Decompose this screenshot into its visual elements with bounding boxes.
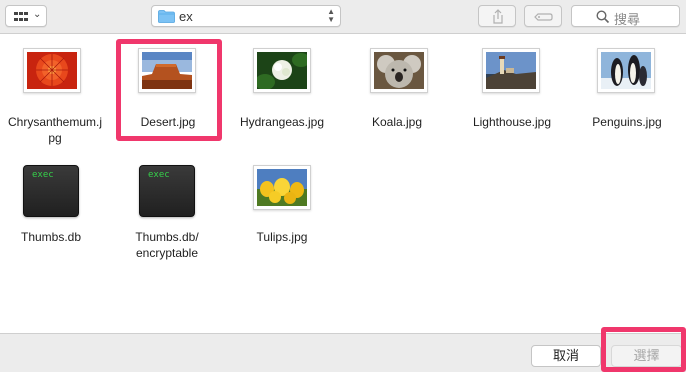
file-item-thumbs-db[interactable]: exec Thumbs.db — [0, 165, 106, 250]
exec-icon: exec — [23, 165, 79, 217]
file-name: Thumbs.db — [20, 230, 82, 244]
file-item-lighthouse[interactable]: Lighthouse.jpg — [456, 48, 566, 138]
updown-chevron-icon: ▲ ▼ — [327, 7, 335, 24]
hydrangeas-photo — [253, 48, 311, 93]
file-item-chrysanthemum[interactable]: Chrysanthemum.j pg — [0, 48, 110, 148]
penguins-photo — [597, 48, 655, 93]
share-icon — [493, 9, 503, 24]
search-field[interactable]: 搜尋 — [571, 5, 680, 27]
file-name: Chrysanthemum.j — [7, 115, 103, 129]
cancel-button[interactable]: 取消 — [531, 345, 601, 367]
location-popup[interactable]: ex ▲ ▼ — [151, 5, 341, 27]
file-item-tulips[interactable]: Tulips.jpg — [227, 165, 337, 250]
desert-highlight-box — [116, 39, 222, 141]
file-name: Koala.jpg — [371, 115, 423, 129]
tag-button[interactable] — [524, 5, 562, 27]
location-label: ex — [179, 9, 193, 24]
icon-grid-icon — [14, 12, 28, 21]
file-name: Penguins.jpg — [592, 115, 662, 129]
tulips-photo — [253, 165, 311, 210]
view-options-button[interactable]: ⌄ — [5, 5, 47, 27]
chrysanthemum-photo — [23, 48, 81, 93]
search-icon — [596, 10, 610, 24]
exec-icon: exec — [139, 165, 195, 217]
file-name: Lighthouse.jpg — [472, 115, 552, 129]
file-name-continued: pg — [48, 131, 62, 145]
lighthouse-photo — [482, 48, 540, 93]
chevron-down-icon: ⌄ — [33, 9, 42, 20]
search-placeholder: 搜尋 — [614, 12, 641, 27]
file-item-thumbs-db-encryptable[interactable]: exec Thumbs.db/ encryptable — [112, 165, 222, 265]
file-item-hydrangeas[interactable]: Hydrangeas.jpg — [227, 48, 337, 138]
tag-icon — [534, 13, 553, 21]
toolbar: ⌄ ex ▲ ▼ 搜尋 — [0, 0, 686, 34]
file-item-koala[interactable]: Koala.jpg — [343, 48, 453, 138]
file-name: Thumbs.db/ — [135, 230, 199, 244]
koala-photo — [370, 48, 428, 93]
choose-highlight-box — [601, 327, 686, 372]
dialog-footer: 取消 選擇 — [0, 333, 686, 372]
file-item-penguins[interactable]: Penguins.jpg — [571, 48, 681, 138]
file-name: Hydrangeas.jpg — [239, 115, 325, 129]
file-name: Tulips.jpg — [256, 230, 308, 244]
share-button[interactable] — [478, 5, 516, 27]
file-name-continued: encryptable — [135, 246, 199, 260]
folder-icon — [158, 10, 175, 23]
